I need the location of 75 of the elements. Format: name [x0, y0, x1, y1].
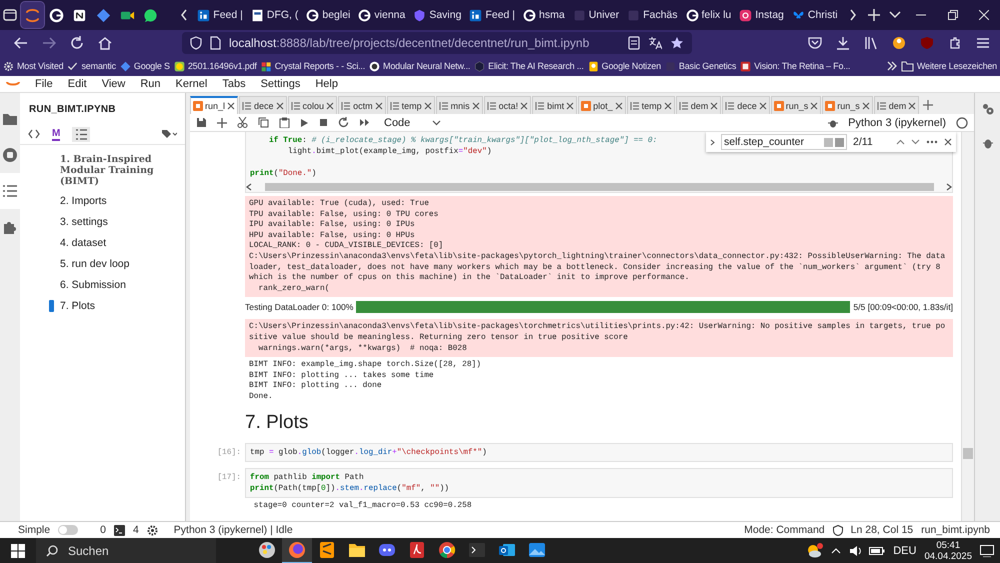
- bookmark[interactable]: Crystal Reports - - Sci...: [260, 60, 366, 72]
- menu-item[interactable]: Run: [140, 78, 161, 90]
- kernel-status[interactable]: Python 3 (ipykernel) | Idle: [174, 524, 293, 536]
- file-tab[interactable]: octa!: [484, 96, 532, 114]
- menu-item[interactable]: Kernel: [176, 78, 208, 90]
- bookmark-folder[interactable]: Weitere Lesezeichen: [900, 60, 997, 72]
- toc-item[interactable]: 1. Brain-Inspired Modular Training (BIMT): [20, 151, 185, 190]
- terminal-count[interactable]: 0: [100, 524, 106, 536]
- file-tab[interactable]: dem: [874, 96, 920, 114]
- bookmark[interactable]: Google S: [120, 60, 170, 72]
- file-tab[interactable]: octm: [338, 96, 386, 114]
- browser-tab[interactable]: Univer: [570, 3, 622, 27]
- match-count: 2/11: [853, 136, 873, 148]
- browser-tab[interactable]: Saving: [410, 3, 464, 27]
- cell-type-dropdown[interactable]: Code: [384, 116, 442, 128]
- browser-tab[interactable]: Fachäs: [624, 3, 680, 27]
- markdown-toggle[interactable]: M: [52, 128, 60, 140]
- file-name: run_bimt.ipynb: [921, 524, 990, 536]
- search-box[interactable]: Suchen: [36, 538, 216, 563]
- menu-item[interactable]: View: [102, 78, 126, 90]
- file-tab[interactable]: dece: [722, 96, 770, 114]
- bookmark[interactable]: Vision: The Retina – Fo...: [740, 60, 850, 72]
- bookmark[interactable]: Basic Genetics: [664, 60, 736, 72]
- bookmark[interactable]: Modular Neural Netw...: [369, 60, 470, 72]
- file-tab[interactable]: plot_: [578, 96, 626, 114]
- bookmark[interactable]: Elicit: The AI Research ...: [474, 60, 584, 72]
- progress-reading: 5/5 [00:09<00:00, 1.83s/it]: [853, 302, 953, 312]
- search-field[interactable]: self.step_counter: [721, 134, 847, 150]
- clock-date[interactable]: 04.04.2025: [924, 551, 972, 562]
- input-language[interactable]: DEU: [893, 545, 916, 557]
- toc-item[interactable]: 5. run dev loop: [20, 253, 185, 274]
- browser-tab[interactable]: Christi: [788, 3, 841, 27]
- browser-tab[interactable]: Instag: [736, 3, 787, 27]
- mode-label: Simple: [18, 524, 50, 536]
- url-text: localhost:8888/lab/tree/projects/decentnet/decentnet/run_bimt.ipynb: [229, 36, 590, 50]
- section-heading: 7. Plots: [244, 410, 310, 434]
- progress-label: Testing DataLoader 0: 100%: [245, 302, 354, 312]
- cursor-position[interactable]: Ln 28, Col 15: [850, 524, 914, 536]
- toc-item[interactable]: 7. Plots: [20, 295, 185, 316]
- address-bar[interactable]: localhost:8888/lab/tree/projects/decentnet/decentnet/run_bimt.ipynb: [182, 32, 692, 54]
- file-tab[interactable]: run_l: [190, 96, 238, 114]
- file-tab[interactable]: temp: [386, 96, 435, 114]
- browser-tab[interactable]: beglei: [303, 3, 354, 27]
- clock-time[interactable]: 05:41: [936, 540, 960, 551]
- file-tab[interactable]: colou: [288, 96, 338, 114]
- file-tab[interactable]: run_s: [822, 96, 873, 114]
- file-tab[interactable]: dem: [676, 96, 722, 114]
- menu-item[interactable]: Help: [315, 78, 338, 90]
- bookmark[interactable]: semantic: [67, 60, 116, 72]
- panel-title: RUN_BIMT.IPYNB: [28, 103, 117, 117]
- file-tab[interactable]: temp: [626, 96, 675, 114]
- menu-item[interactable]: Tabs: [222, 78, 246, 90]
- browser-tab[interactable]: felix lu: [682, 3, 734, 27]
- bookmark[interactable]: Google Notizen: [588, 60, 661, 72]
- browser-tab[interactable]: DFG, (: [248, 3, 302, 27]
- bookmark[interactable]: Most Visited: [3, 60, 64, 72]
- kernel-count[interactable]: 4: [132, 524, 139, 536]
- file-tab[interactable]: mnis: [436, 96, 483, 114]
- file-tab[interactable]: bimt: [532, 96, 578, 114]
- browser-tab[interactable]: Feed |: [466, 3, 518, 27]
- bookmark[interactable]: 2501.16496v1.pdf: [174, 60, 257, 72]
- kernel-name[interactable]: Python 3 (ipykernel): [848, 116, 946, 128]
- toc-item[interactable]: 6. Submission: [20, 274, 185, 295]
- toc-item[interactable]: 2. Imports: [20, 190, 185, 211]
- browser-tab[interactable]: vienna: [355, 3, 408, 27]
- toc-item[interactable]: 3. settings: [20, 211, 185, 232]
- menu-item[interactable]: File: [35, 78, 53, 90]
- menu-item[interactable]: Edit: [68, 78, 87, 90]
- file-tab[interactable]: run_s: [770, 96, 822, 114]
- browser-tab[interactable]: hsma: [520, 3, 568, 27]
- toc-item[interactable]: 4. dataset: [20, 232, 185, 253]
- menu-item[interactable]: Settings: [260, 78, 300, 90]
- command-mode[interactable]: Mode: Command: [744, 524, 825, 536]
- browser-tab[interactable]: Feed |: [194, 3, 246, 27]
- file-tab[interactable]: dece: [239, 96, 287, 114]
